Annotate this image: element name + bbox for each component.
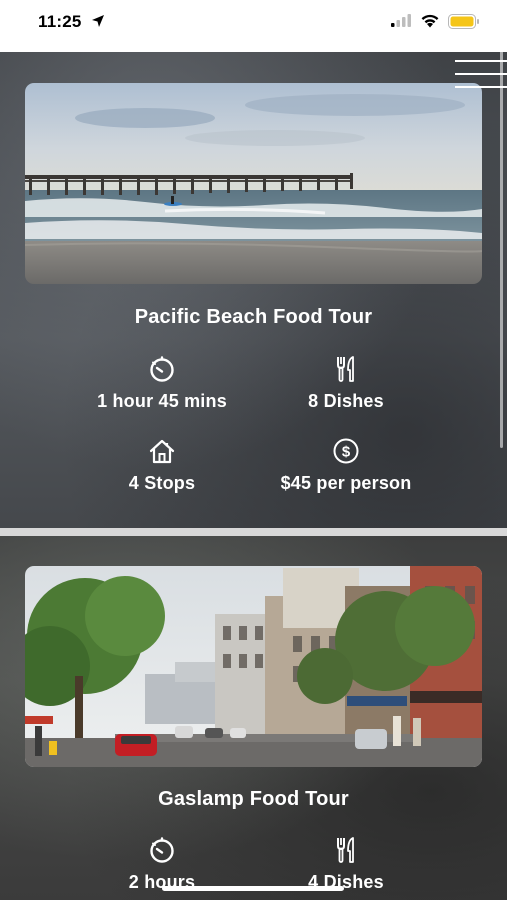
price-label: $45 per person [280, 473, 412, 493]
stat-stops: 4 Stops [62, 437, 262, 494]
tour-card-pacific-beach[interactable]: Pacific Beach Food Tour 1 hour 45 mins 8… [0, 52, 507, 528]
tour-list[interactable]: Pacific Beach Food Tour 1 hour 45 mins 8… [0, 52, 507, 900]
tour-title: Gaslamp Food Tour [158, 788, 349, 810]
tour-photo-pier[interactable] [25, 83, 482, 284]
battery-icon [448, 14, 479, 29]
house-icon [149, 439, 175, 464]
timer-icon [150, 356, 174, 382]
svg-text:$: $ [342, 444, 351, 461]
stops-label: 4 Stops [128, 473, 196, 493]
timer-icon [150, 837, 174, 863]
wifi-icon [421, 14, 439, 28]
card-divider [0, 528, 507, 536]
cellular-signal-icon [391, 14, 411, 27]
stat-duration: 2 hours [62, 836, 262, 893]
stat-duration: 1 hour 45 mins [62, 355, 262, 412]
stat-dishes: 4 Dishes [246, 836, 446, 893]
tour-photo-gaslamp[interactable] [25, 566, 482, 767]
dishes-label: 8 Dishes [308, 391, 384, 411]
dollar-icon: $ [333, 438, 359, 464]
fork-knife-icon [337, 837, 354, 863]
location-arrow-icon [92, 15, 104, 27]
stat-dishes: 8 Dishes [246, 355, 446, 412]
home-indicator[interactable] [162, 886, 344, 891]
duration-label: 1 hour 45 mins [97, 391, 227, 411]
status-bar: 11:25 [0, 0, 507, 52]
scrollbar[interactable] [500, 52, 503, 448]
status-time: 11:25 [38, 12, 82, 31]
tour-card-gaslamp[interactable]: Gaslamp Food Tour 2 hours 4 Dishes [0, 536, 507, 900]
fork-knife-icon [337, 356, 354, 382]
tour-title: Pacific Beach Food Tour [134, 306, 373, 328]
stat-price: $ $45 per person [246, 437, 446, 494]
